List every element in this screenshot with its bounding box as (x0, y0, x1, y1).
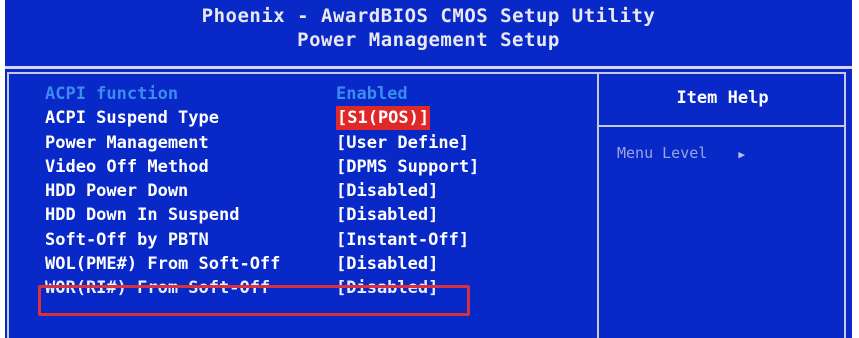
setting-hdd-down-in-suspend[interactable]: HDD Down In Suspend [Disabled] (45, 203, 585, 227)
setting-wol-from-soft-off[interactable]: WOL(PME#) From Soft-Off [Disabled] (45, 252, 585, 276)
bios-screen: Phoenix - AwardBIOS CMOS Setup Utility P… (5, 0, 852, 338)
item-help-divider (599, 125, 846, 127)
setting-value[interactable]: [DPMS Support] (336, 155, 479, 179)
bios-header: Phoenix - AwardBIOS CMOS Setup Utility P… (5, 0, 852, 62)
setting-hdd-power-down[interactable]: HDD Power Down [Disabled] (45, 179, 585, 203)
app-title: Phoenix - AwardBIOS CMOS Setup Utility (201, 5, 656, 27)
annotation-highlight-box (38, 285, 470, 316)
setting-label: WOL(PME#) From Soft-Off (45, 254, 281, 275)
setting-acpi-suspend-type[interactable]: ACPI Suspend Type [S1(POS)] (45, 106, 585, 131)
setting-label: ACPI function (45, 84, 179, 104)
setting-label: Soft-Off by PBTN (45, 229, 209, 250)
setting-value[interactable]: [Instant-Off] (336, 228, 469, 252)
setting-value[interactable]: [Disabled] (336, 252, 438, 276)
setting-value[interactable]: [Disabled] (336, 203, 438, 227)
item-help-title: Item Help (676, 88, 769, 108)
setting-value-selected[interactable]: [S1(POS)] (336, 106, 431, 131)
setting-label: Video Off Method (45, 156, 209, 177)
header-divider (5, 66, 852, 69)
setting-value[interactable]: Enabled (336, 82, 408, 106)
settings-list: ACPI function Enabled ACPI Suspend Type … (45, 82, 585, 301)
setting-soft-off-by-pbtn[interactable]: Soft-Off by PBTN [Instant-Off] (45, 228, 585, 252)
section-title: Power Management Setup (297, 29, 560, 51)
setting-label: HDD Power Down (45, 181, 189, 202)
triangle-right-icon: ▶ (738, 148, 745, 161)
menu-level: Menu Level ▶ (617, 141, 745, 167)
setting-label: Power Management (45, 132, 209, 153)
setting-value[interactable]: [User Define] (336, 131, 469, 155)
help-panel-divider (597, 72, 599, 338)
setting-video-off-method[interactable]: Video Off Method [DPMS Support] (45, 155, 585, 179)
menu-level-label: Menu Level (617, 144, 708, 162)
setting-value[interactable]: [Disabled] (336, 179, 438, 203)
setting-power-management[interactable]: Power Management [User Define] (45, 131, 585, 155)
setting-acpi-function[interactable]: ACPI function Enabled (45, 82, 585, 106)
setting-label: HDD Down In Suspend (45, 205, 240, 226)
setting-label: ACPI Suspend Type (45, 108, 219, 129)
